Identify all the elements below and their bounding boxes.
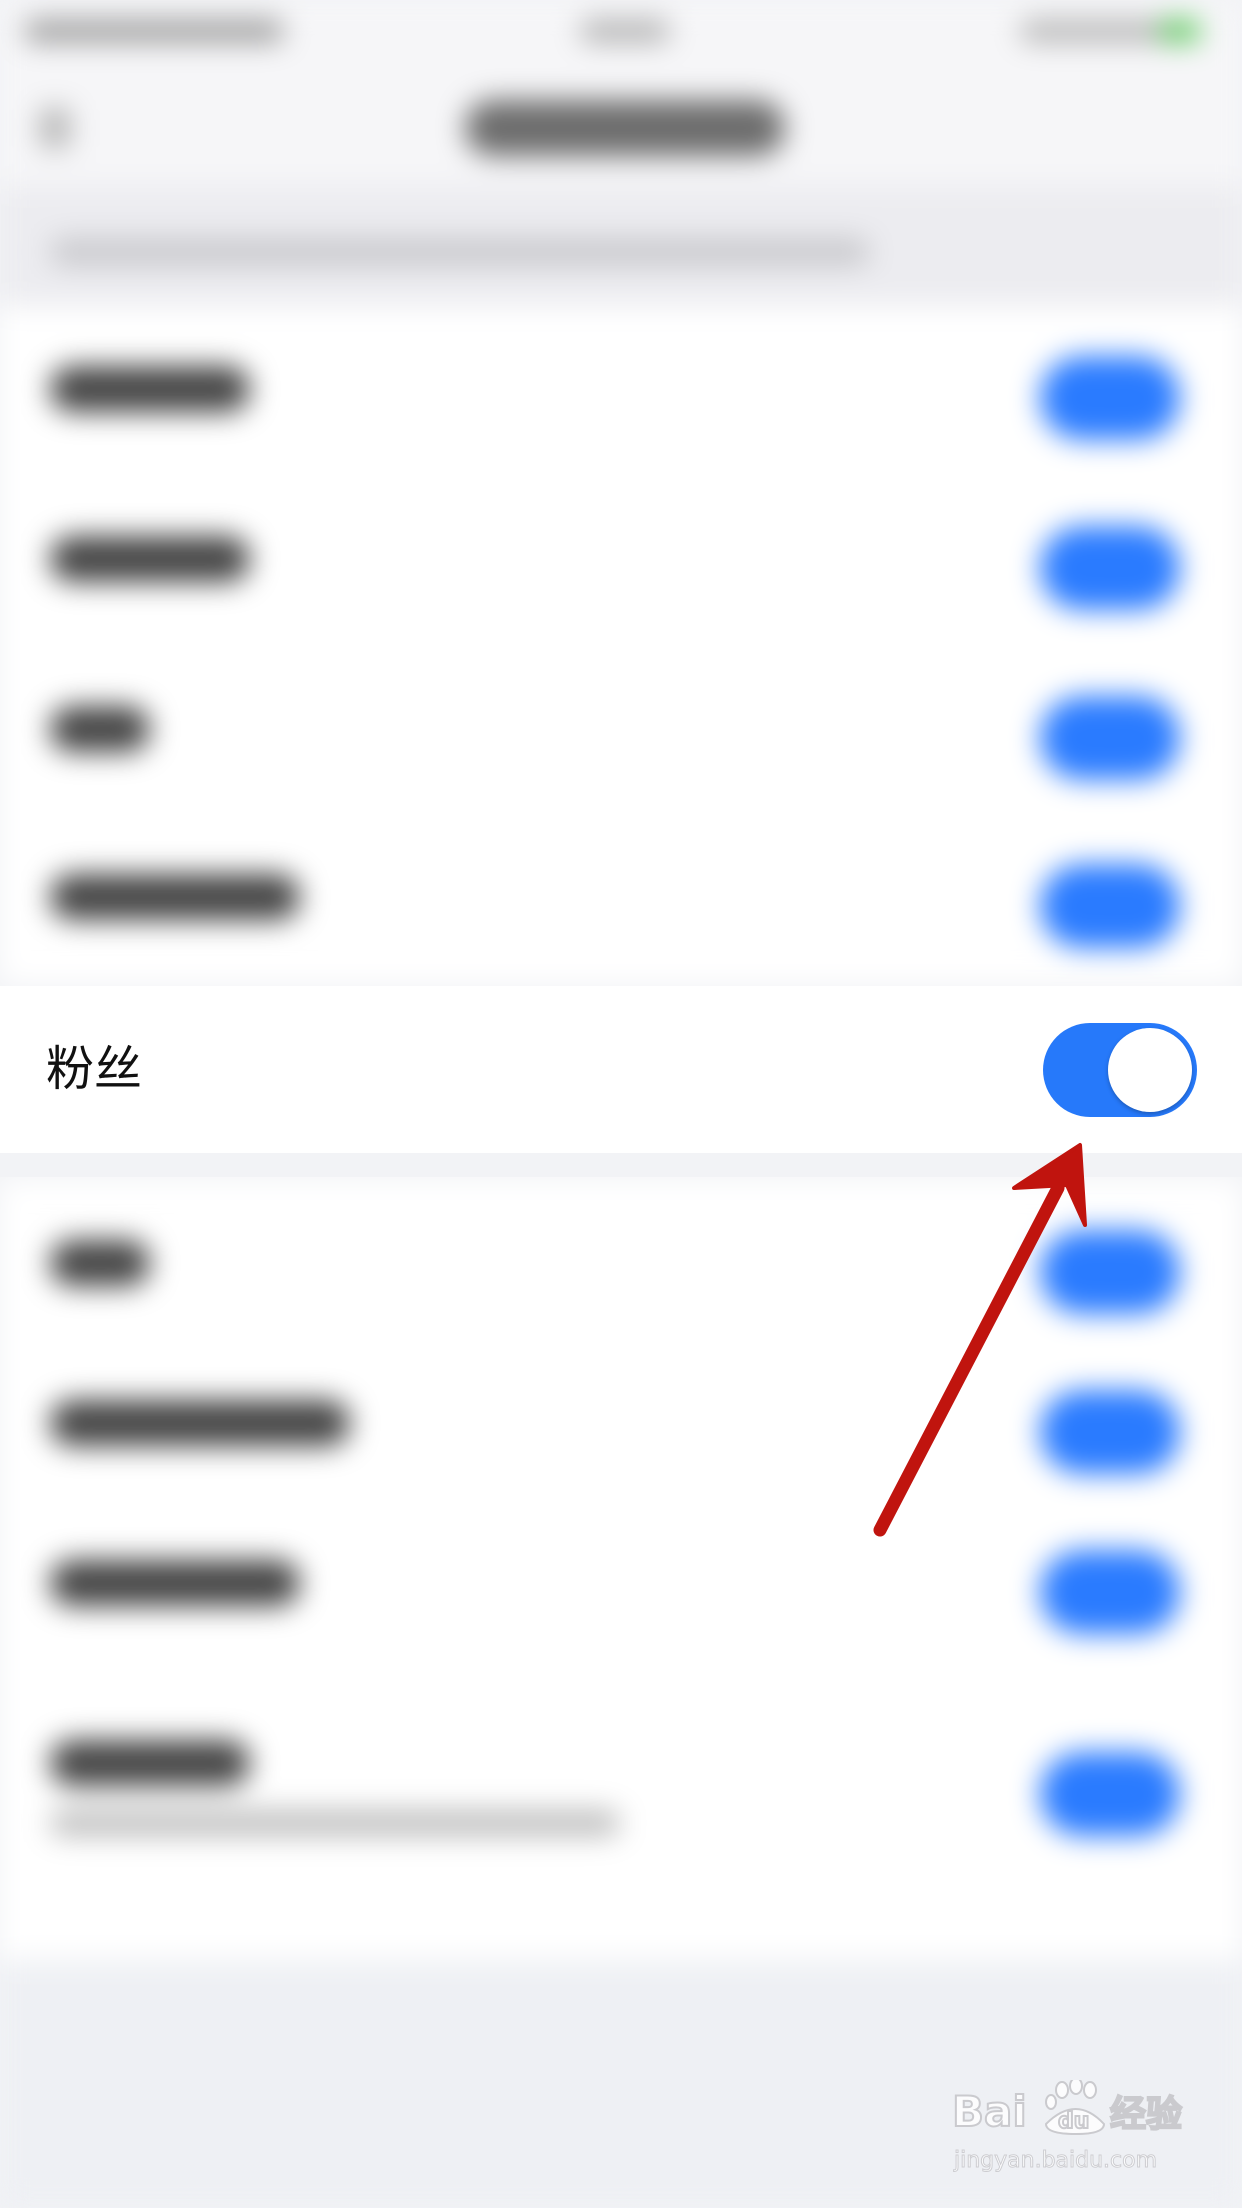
- settings-row[interactable]: [0, 1340, 1242, 1510]
- back-icon[interactable]: [40, 108, 70, 148]
- setting-label: [50, 1240, 150, 1286]
- navigation-bar: [0, 66, 1242, 186]
- section-header: [0, 186, 1242, 306]
- setting-label: [50, 1740, 250, 1786]
- setting-toggle[interactable]: [1040, 1390, 1180, 1474]
- setting-toggle[interactable]: [1040, 1230, 1180, 1314]
- setting-toggle[interactable]: [1040, 864, 1180, 948]
- baidu-jingyan-watermark: Bai du 经验 jingyan.baidu.com: [950, 2077, 1210, 2190]
- fans-toggle[interactable]: [1043, 1023, 1197, 1117]
- setting-toggle[interactable]: [1040, 1550, 1180, 1634]
- page-title: [465, 100, 785, 156]
- svg-text:Bai: Bai: [952, 2087, 1027, 2136]
- section-divider: [0, 1153, 1242, 1177]
- battery-icon: [1020, 20, 1200, 42]
- settings-row[interactable]: [0, 814, 1242, 984]
- settings-row[interactable]: [0, 476, 1242, 646]
- setting-description: [50, 1810, 620, 1836]
- setting-toggle[interactable]: [1040, 356, 1180, 440]
- settings-row[interactable]: [0, 1500, 1242, 1670]
- setting-label: [50, 1400, 350, 1446]
- setting-label: [50, 366, 250, 412]
- settings-group-bottom: [0, 1180, 1242, 1960]
- setting-label: [50, 874, 300, 920]
- toggle-knob: [1108, 1028, 1192, 1112]
- watermark-url: jingyan.baidu.com: [953, 2148, 1158, 2174]
- svg-text:经验: 经验: [1110, 2094, 1182, 2135]
- setting-toggle[interactable]: [1040, 1752, 1180, 1836]
- setting-label: [50, 536, 250, 582]
- settings-row[interactable]: [0, 306, 1242, 476]
- status-bar-time: [580, 20, 670, 42]
- setting-label: [50, 1560, 300, 1606]
- status-bar-left: [24, 20, 284, 42]
- settings-row[interactable]: [0, 1180, 1242, 1350]
- setting-label: [50, 706, 150, 752]
- status-bar: [0, 0, 1242, 66]
- setting-toggle[interactable]: [1040, 526, 1180, 610]
- setting-label-fans: 粉丝: [46, 1041, 143, 1097]
- section-description: [50, 238, 870, 266]
- baidu-logo: Bai du 经验: [951, 2077, 1183, 2137]
- settings-row-fans[interactable]: 粉丝: [0, 986, 1242, 1153]
- svg-text:du: du: [1058, 2109, 1089, 2134]
- settings-row[interactable]: [0, 1680, 1242, 1900]
- setting-toggle[interactable]: [1040, 696, 1180, 780]
- arrow-shaft: [873, 1181, 1065, 1537]
- settings-group-top: [0, 306, 1242, 984]
- settings-row[interactable]: [0, 646, 1242, 816]
